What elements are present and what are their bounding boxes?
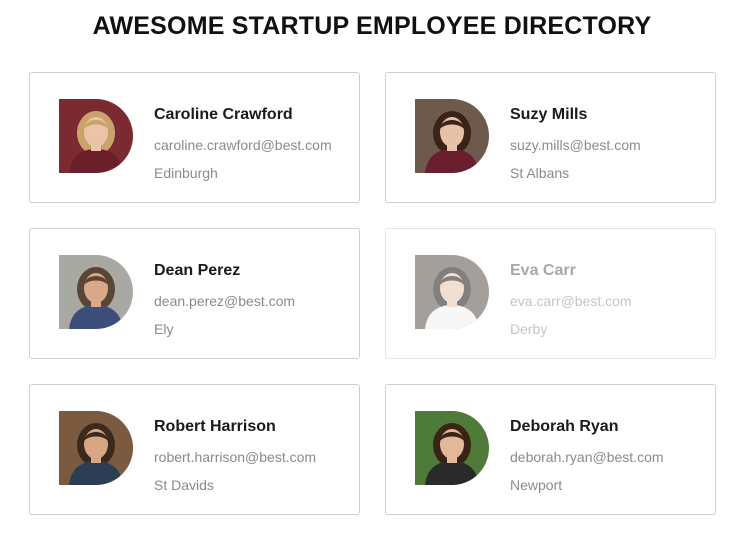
employee-name: Suzy Mills xyxy=(510,106,588,123)
employee-photo xyxy=(59,255,133,329)
employee-email: deborah.ryan@best.com xyxy=(510,449,664,465)
employee-city: St Albans xyxy=(510,165,570,181)
employee-name: Robert Harrison xyxy=(154,418,276,435)
employee-city: St Davids xyxy=(154,477,214,493)
employee-email: eva.carr@best.com xyxy=(510,293,632,309)
employee-card[interactable]: Deborah Ryan deborah.ryan@best.com Newpo… xyxy=(385,384,716,515)
employee-photo xyxy=(59,99,133,173)
employee-name: Eva Carr xyxy=(510,262,576,279)
employee-card[interactable]: Robert Harrison robert.harrison@best.com… xyxy=(29,384,360,515)
employee-city: Newport xyxy=(510,477,563,493)
employee-card[interactable]: Suzy Mills suzy.mills@best.com St Albans xyxy=(385,72,716,203)
employee-name: Dean Perez xyxy=(154,262,241,279)
employee-city: Ely xyxy=(154,321,174,337)
employee-photo xyxy=(415,411,489,485)
employee-photo xyxy=(415,255,489,329)
employee-email: caroline.crawford@best.com xyxy=(154,137,332,153)
employee-email: suzy.mills@best.com xyxy=(510,137,641,153)
employee-name: Deborah Ryan xyxy=(510,418,619,435)
employee-photo xyxy=(59,411,133,485)
employee-city: Edinburgh xyxy=(154,165,218,181)
employee-card[interactable]: Dean Perez dean.perez@best.com Ely xyxy=(29,228,360,359)
employee-city: Derby xyxy=(510,321,548,337)
employee-photo xyxy=(415,99,489,173)
employee-name: Caroline Crawford xyxy=(154,106,293,123)
page-title: AWESOME STARTUP EMPLOYEE DIRECTORY xyxy=(92,12,652,40)
employee-email: dean.perez@best.com xyxy=(154,293,296,309)
employee-email: robert.harrison@best.com xyxy=(154,449,317,465)
employee-card[interactable]: Eva Carr eva.carr@best.com Derby xyxy=(385,228,716,359)
employee-grid: Caroline Crawford caroline.crawford@best… xyxy=(29,72,716,515)
employee-card[interactable]: Caroline Crawford caroline.crawford@best… xyxy=(29,72,360,203)
